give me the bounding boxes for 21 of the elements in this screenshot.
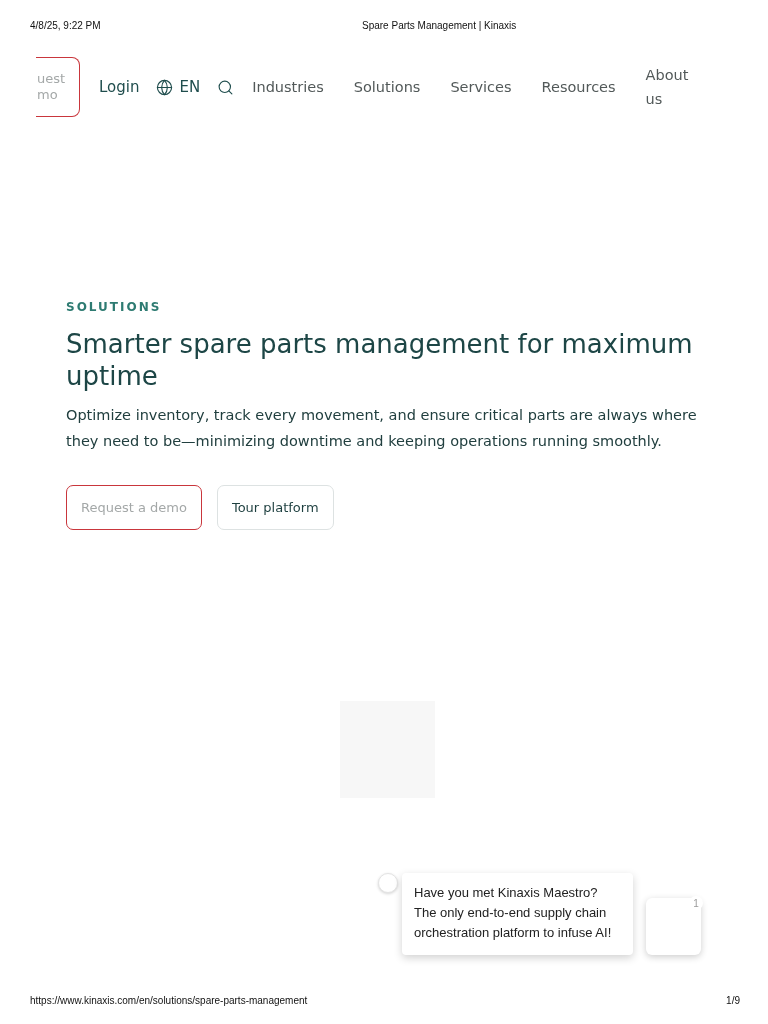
nav-link[interactable]: Industries (252, 75, 324, 99)
notification-badge: 1 (689, 896, 703, 910)
globe-icon (156, 78, 174, 96)
print-page-number: 1/9 (726, 995, 740, 1006)
nav-link[interactable]: Services (450, 75, 512, 99)
hero-heading: Smarter spare parts management for maximum uptime (66, 328, 694, 392)
close-circle-icon[interactable] (378, 873, 398, 893)
chat-message: Have you met Kinaxis Maestro? The only end-to-end supply chain orchestration platform to infuse AI! (402, 873, 633, 955)
hero-description: Optimize inventory, track every movement, and ensure critical parts are always where they need to be—minimizing downtime and keeping operations running smoothly. (66, 406, 698, 451)
chat-launcher-button[interactable] (646, 898, 701, 955)
nav-link[interactable]: Resources (541, 75, 616, 99)
language-button[interactable]: EN (156, 78, 201, 96)
tour-platform-button[interactable]: Tour platform (216, 485, 334, 530)
print-url: https://www.kinaxis.com/en/solutions/spare-parts-management (30, 995, 308, 1006)
login-link[interactable]: Login (99, 78, 140, 96)
search-icon[interactable] (217, 78, 235, 96)
nav-link[interactable]: Solutions (353, 75, 421, 99)
print-date: 4/8/25, 9:22 PM (30, 19, 102, 31)
nav-link[interactable]: About us (645, 63, 696, 111)
print-page-title: Spare Parts Management | Kinaxis (362, 19, 517, 31)
section-eyebrow: SOLUTIONS (66, 300, 162, 314)
